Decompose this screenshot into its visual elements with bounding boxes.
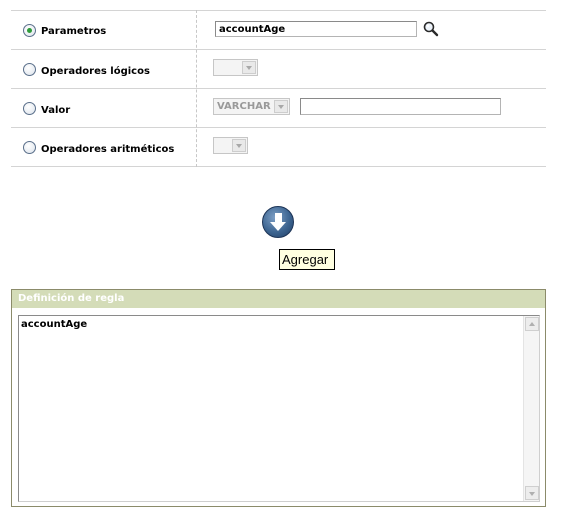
radio-selected-dot [27, 28, 32, 33]
operadores-aritmeticos-label: Operadores aritméticos [41, 144, 175, 155]
operadores-aritmeticos-radio[interactable] [23, 141, 36, 154]
parametros-label: Parametros [41, 26, 107, 37]
agregar-tooltip: Agregar [279, 249, 335, 270]
valor-type-selected: VARCHAR [217, 101, 271, 112]
divider [11, 127, 546, 128]
scroll-up-arrow-icon[interactable] [525, 317, 539, 331]
valor-input[interactable] [300, 98, 501, 115]
divider [11, 49, 546, 50]
valor-type-select[interactable]: VARCHAR [213, 98, 290, 115]
parametros-input[interactable]: accountAge [215, 21, 417, 37]
operadores-logicos-select[interactable] [213, 59, 258, 76]
chevron-down-icon [232, 139, 246, 152]
parametros-input-value: accountAge [219, 24, 286, 35]
valor-radio[interactable] [23, 102, 36, 115]
operadores-logicos-label: Operadores lógicos [41, 66, 150, 77]
column-divider [196, 10, 197, 167]
panel-title: Definición de regla [12, 290, 545, 308]
rule-definition-panel: Definición de regla accountAge [11, 289, 546, 507]
rule-definition-textarea[interactable]: accountAge [18, 315, 540, 502]
rule-definition-content: accountAge [21, 319, 88, 330]
divider [11, 10, 546, 11]
divider [11, 88, 546, 89]
valor-label: Valor [41, 105, 71, 116]
agregar-button[interactable] [262, 206, 294, 238]
parametros-radio[interactable] [23, 24, 36, 37]
magnifier-icon[interactable] [423, 21, 439, 37]
divider [11, 166, 546, 167]
chevron-down-icon [274, 100, 288, 113]
chevron-down-icon [242, 61, 256, 74]
textarea-scrollbar[interactable] [523, 316, 539, 501]
scroll-down-arrow-icon[interactable] [525, 486, 539, 500]
operadores-aritmeticos-select[interactable] [213, 137, 248, 154]
operadores-logicos-radio[interactable] [23, 63, 36, 76]
arrow-head [270, 222, 286, 231]
